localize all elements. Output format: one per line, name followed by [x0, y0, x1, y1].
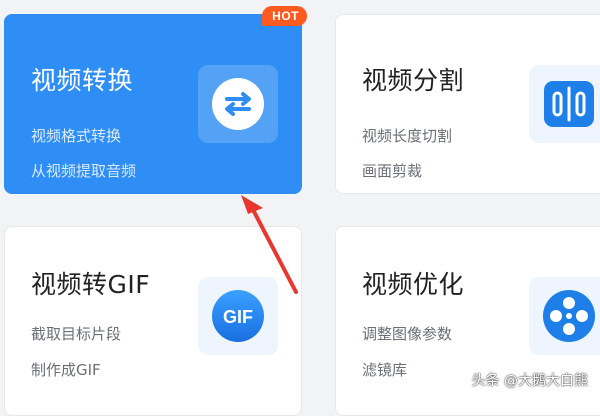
card-description: 视频长度切割 — [362, 127, 453, 145]
hot-badge: HOT — [262, 6, 307, 26]
watermark: 头条 @大鹅大白熊 — [471, 373, 588, 389]
card-description: 调整图像参数 — [362, 325, 453, 343]
split-icon — [529, 65, 600, 143]
card-description: 视频格式转换 — [31, 127, 122, 145]
gif-icon: GIF — [198, 277, 278, 355]
convert-arrows-icon — [198, 65, 278, 143]
svg-text:GIF: GIF — [223, 307, 253, 327]
film-reel-icon — [529, 277, 600, 355]
card-title: 视频分割 — [362, 66, 465, 95]
feature-card-video-split[interactable]: 视频分割 视频长度切割 画面剪裁 — [335, 14, 600, 194]
card-description: 制作成GIF — [31, 361, 101, 379]
feature-card-video-gif[interactable]: 视频转GIF 截取目标片段 制作成GIF GIF — [4, 226, 302, 416]
card-title: 视频转GIF — [31, 270, 151, 299]
card-title: 视频优化 — [362, 270, 465, 299]
card-description: 画面剪裁 — [362, 162, 423, 180]
card-title: 视频转换 — [31, 66, 134, 95]
feature-card-video-convert[interactable]: HOT 视频转换 视频格式转换 从视频提取音频 — [4, 6, 307, 194]
card-description: 滤镜库 — [362, 361, 408, 379]
card-description: 从视频提取音频 — [31, 162, 137, 180]
card-description: 截取目标片段 — [31, 325, 122, 343]
